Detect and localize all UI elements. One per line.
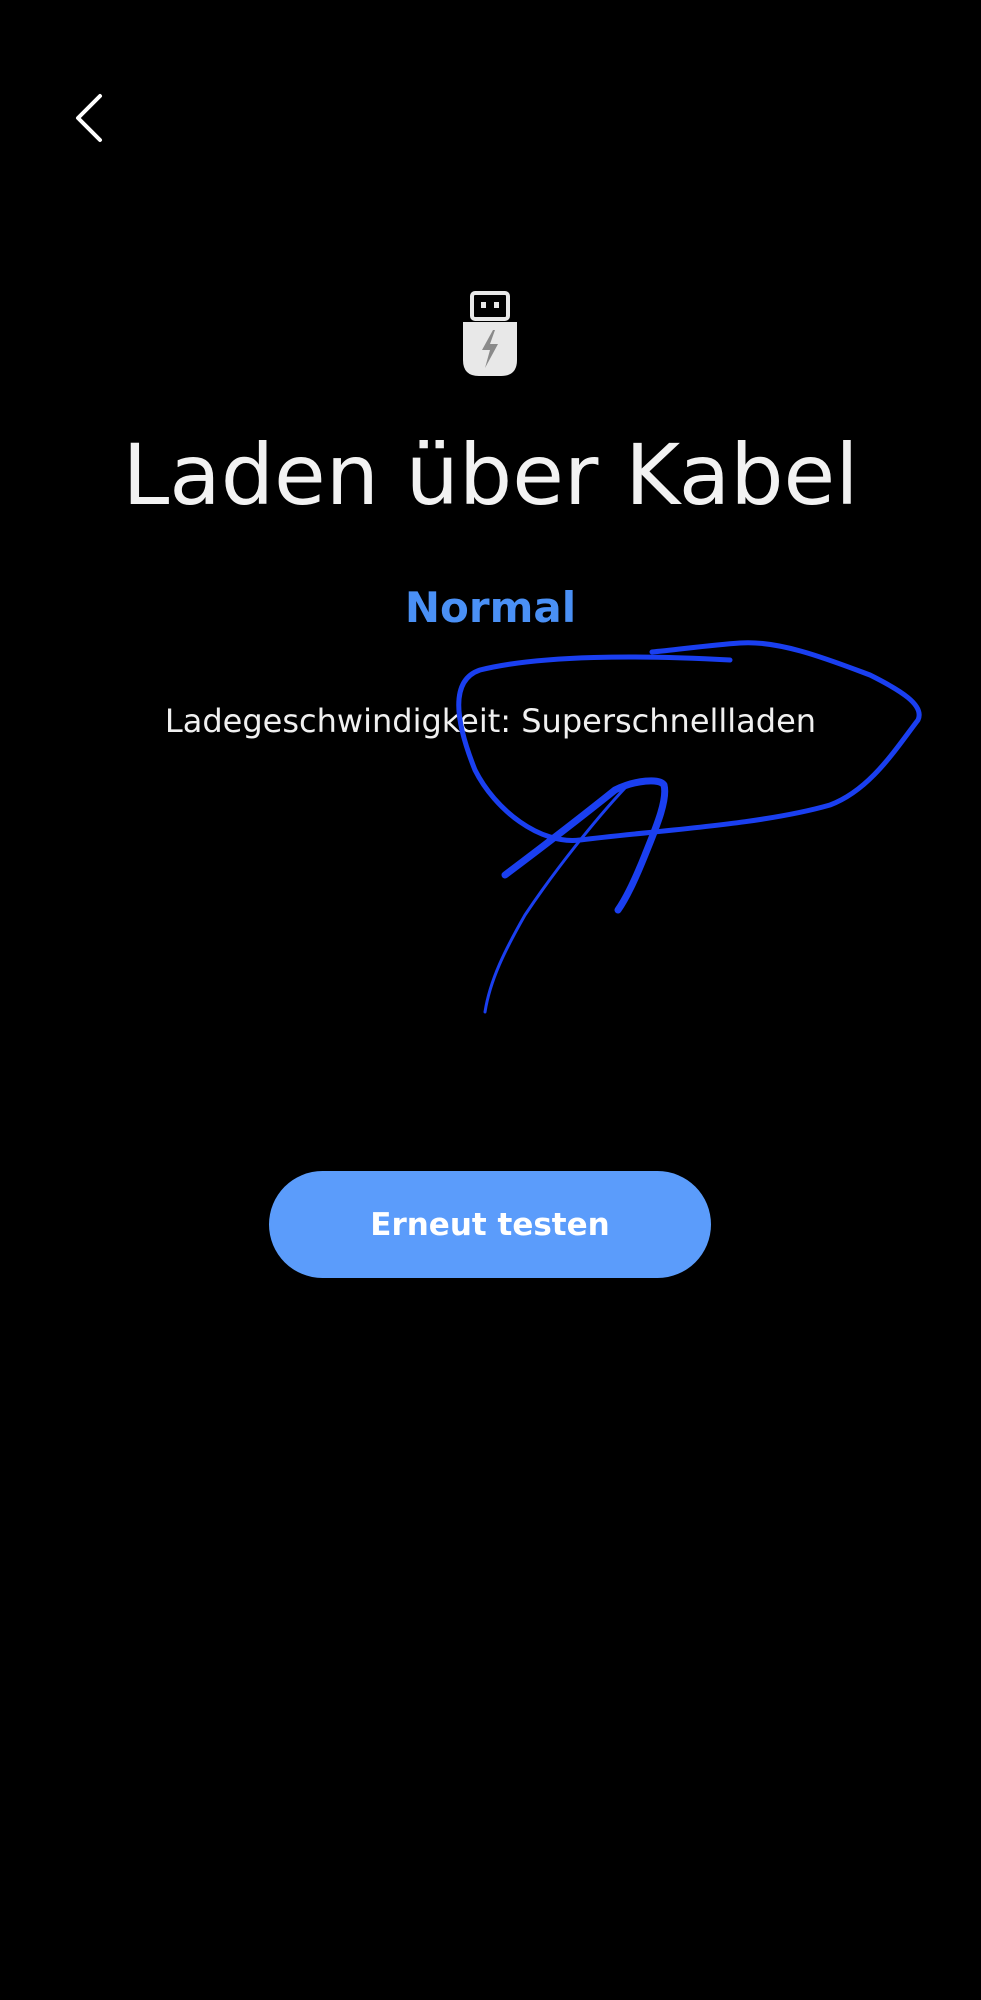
annotation-loop-stroke [501, 777, 669, 914]
charging-speed-text: Ladegeschwindigkeit: Superschnellladen [164, 702, 817, 740]
back-button[interactable] [60, 86, 116, 150]
charging-status-text: Normal [404, 583, 577, 632]
page-title: Laden über Kabel [122, 426, 859, 524]
annotation-tail-stroke [483, 786, 627, 1014]
usb-charging-icon [463, 291, 517, 376]
chevron-left-icon [76, 94, 102, 142]
retest-button[interactable]: Erneut testen [269, 1171, 711, 1278]
